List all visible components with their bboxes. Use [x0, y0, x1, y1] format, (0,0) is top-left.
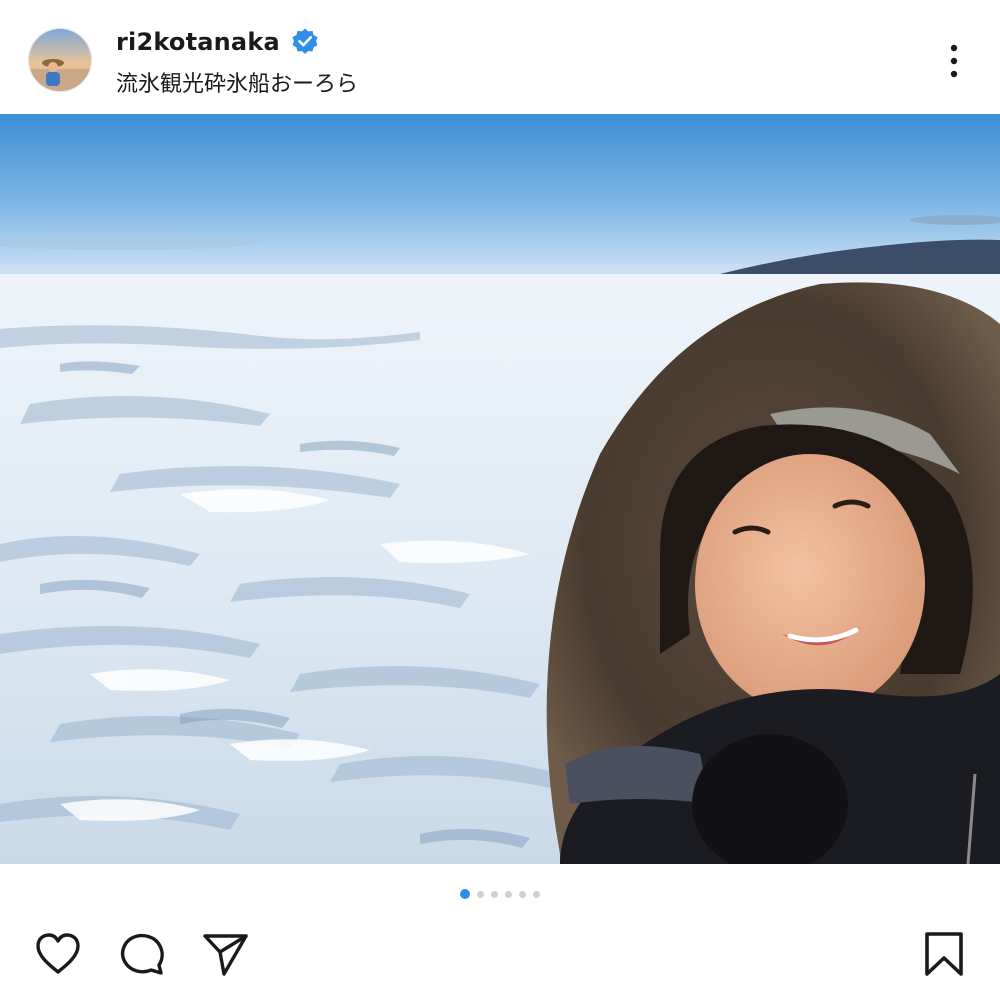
comment-button[interactable] [116, 928, 168, 980]
verified-badge-icon [290, 27, 320, 57]
carousel-dot[interactable] [477, 890, 484, 898]
drift-ice-selfie-image [0, 114, 1000, 864]
carousel-dot[interactable] [533, 890, 540, 898]
post-photo[interactable] [0, 114, 1000, 864]
like-button[interactable] [32, 928, 84, 980]
carousel-dot-active[interactable] [460, 889, 470, 899]
comment-bubble-icon [120, 933, 164, 975]
carousel-dot[interactable] [505, 890, 512, 898]
avatar-photo [29, 29, 91, 91]
location-link[interactable]: 流氷観光砕氷船おーろら [116, 66, 358, 98]
post-header: ri2kotanaka 流氷観光砕氷船おーろら [0, 0, 1000, 114]
save-button[interactable] [918, 928, 970, 980]
more-options-button[interactable] [934, 40, 974, 84]
username-row: ri2kotanaka [116, 26, 320, 58]
share-button[interactable] [200, 928, 252, 980]
username-link[interactable]: ri2kotanaka [116, 28, 280, 56]
carousel-indicator [0, 887, 1000, 901]
bookmark-icon [925, 932, 963, 976]
carousel-dot[interactable] [519, 890, 526, 898]
heart-icon [36, 933, 80, 974]
carousel-dot[interactable] [491, 890, 498, 898]
more-options-icon [950, 44, 958, 78]
profile-avatar[interactable] [28, 28, 92, 92]
send-paper-plane-icon [203, 934, 248, 976]
